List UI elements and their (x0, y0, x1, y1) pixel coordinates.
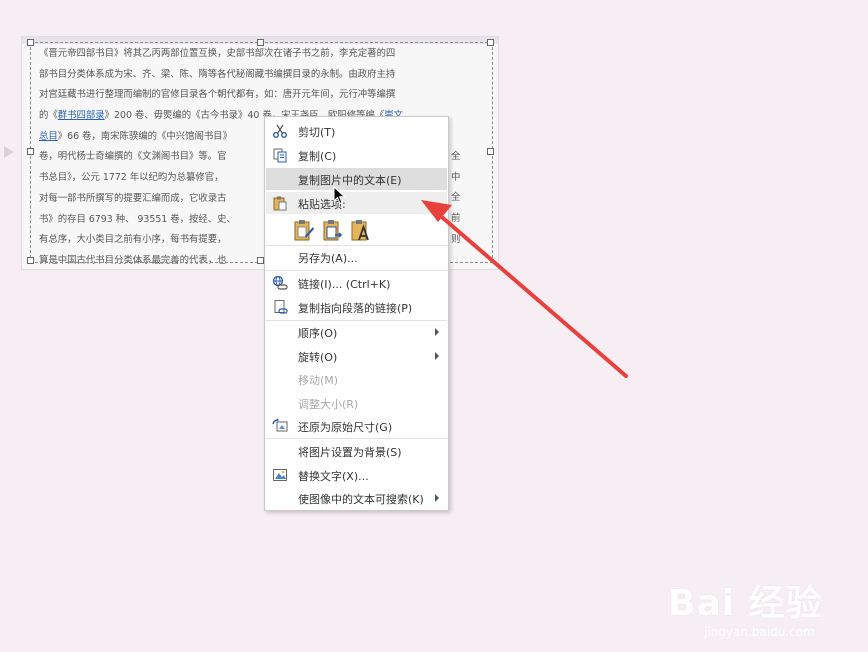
watermark-url: jingyan.baidu.com (704, 625, 815, 639)
annotation-arrow (421, 200, 628, 378)
mouse-cursor-icon (333, 186, 346, 205)
baidu-jingyan-watermark: Bai 经验 jingyan.baidu.com (662, 560, 862, 650)
watermark-logo: Bai 经验 (668, 583, 823, 624)
